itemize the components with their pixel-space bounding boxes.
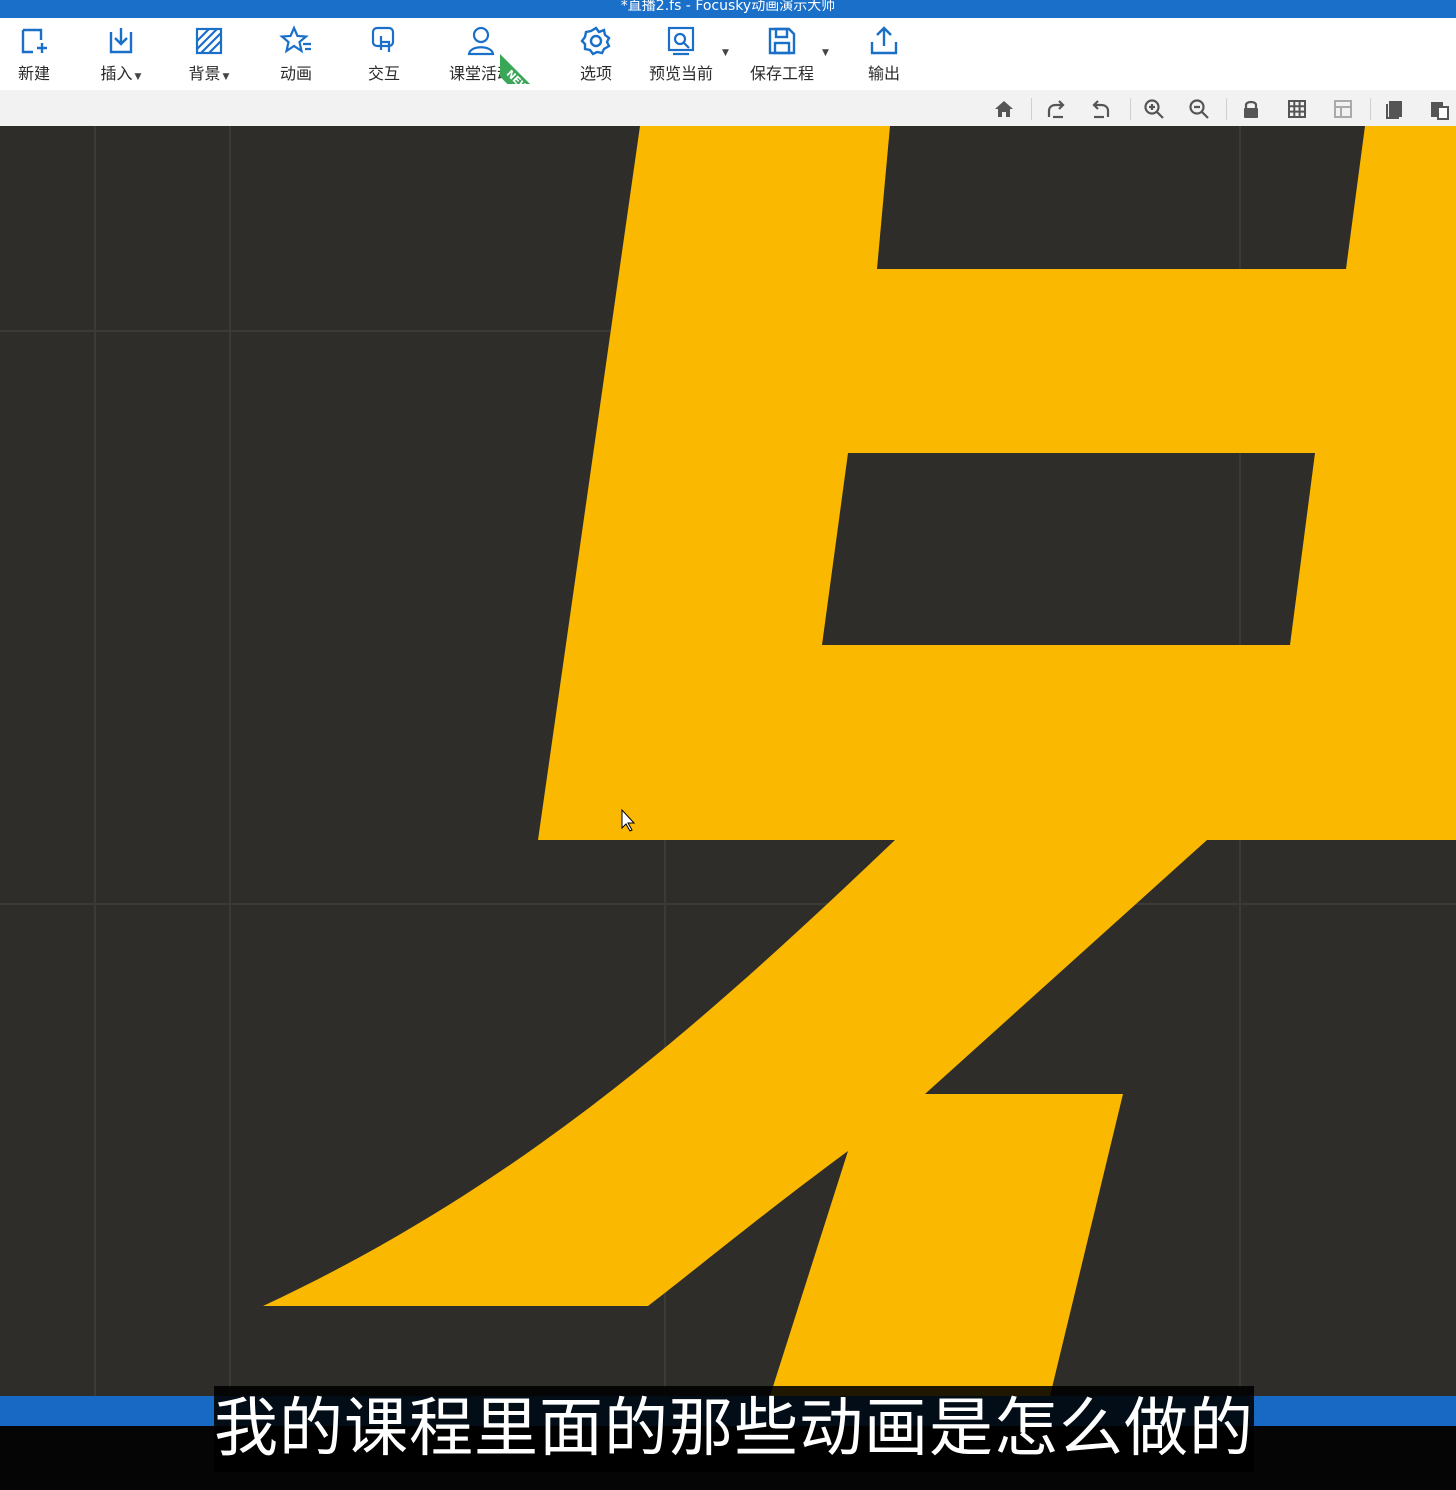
main-toolbar: 新建 插入 ▼ 背景 ▼ 动画 交互 课堂活动 NEW 选项 预览当前 ▼ 保存… (0, 18, 1456, 90)
interaction-icon (371, 26, 395, 52)
canvas-toolbar (0, 90, 1456, 127)
interaction-label: 交互 (367, 64, 400, 83)
animation-button[interactable]: 动画 (253, 24, 339, 86)
options-label: 选项 (579, 64, 612, 83)
preview-label: 预览当前 (648, 64, 713, 83)
new-badge-text: NEW (500, 48, 550, 84)
new-icon (21, 28, 47, 54)
insert-button[interactable]: 插入 ▼ (78, 24, 164, 86)
classroom-activity-icon (467, 26, 495, 56)
window-title: *直播2.fs - Focusky动画演示大师 (620, 0, 836, 14)
save-icon (768, 27, 796, 55)
separator (1130, 98, 1131, 120)
chevron-down-icon: ▼ (134, 72, 142, 82)
preview-button[interactable]: 预览当前 (638, 24, 724, 86)
options-button[interactable]: 选项 (553, 24, 639, 86)
window-titlebar: *直播2.fs - Focusky动画演示大师 (0, 0, 1456, 18)
zoom-in-icon[interactable] (1143, 98, 1165, 120)
preview-icon (667, 26, 695, 56)
redo-icon[interactable] (1045, 98, 1067, 120)
options-icon (580, 26, 611, 56)
background-icon (195, 27, 223, 55)
lock-icon[interactable] (1240, 98, 1262, 120)
background-button[interactable]: 背景 ▼ (166, 24, 252, 86)
separator (1370, 98, 1371, 120)
grid-icon[interactable] (1286, 98, 1308, 120)
undo-icon[interactable] (1090, 98, 1112, 120)
glyph-shape[interactable] (263, 126, 1456, 1396)
separator (1031, 98, 1032, 120)
new-button[interactable]: 新建 (0, 24, 77, 86)
save-project-button[interactable]: 保存工程 (739, 24, 825, 86)
export-button[interactable]: 输出 (841, 24, 927, 86)
insert-icon (109, 28, 133, 54)
animation-icon (279, 25, 311, 54)
save-project-label: 保存工程 (749, 64, 814, 83)
background-label: 背景 (188, 64, 221, 83)
paste-icon[interactable] (1428, 98, 1450, 120)
home-icon[interactable] (993, 98, 1015, 120)
chevron-down-icon: ▼ (222, 72, 230, 82)
interaction-button[interactable]: 交互 (341, 24, 427, 86)
export-icon (870, 26, 898, 55)
export-label: 输出 (867, 64, 900, 83)
insert-label: 插入 (100, 64, 133, 83)
video-subtitle: 我的课程里面的那些动画是怎么做的 (214, 1386, 1254, 1472)
canvas-artwork (0, 126, 1456, 1396)
editing-canvas[interactable] (0, 126, 1456, 1396)
save-dropdown-icon[interactable]: ▼ (822, 48, 829, 58)
zoom-out-icon[interactable] (1188, 98, 1210, 120)
preview-dropdown-icon[interactable]: ▼ (722, 48, 729, 58)
copy-icon[interactable] (1384, 98, 1406, 120)
animation-label: 动画 (279, 64, 312, 83)
separator (1226, 98, 1227, 120)
layout-icon[interactable] (1332, 98, 1354, 120)
new-badge: NEW (500, 36, 550, 84)
new-label: 新建 (17, 64, 50, 83)
